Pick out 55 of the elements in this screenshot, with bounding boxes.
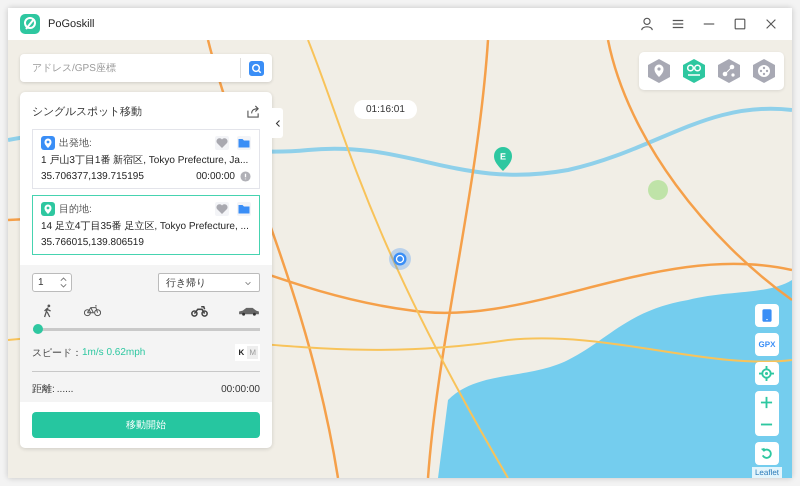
heart-icon[interactable] (215, 202, 229, 216)
app-title: PoGoskill (48, 18, 94, 30)
coordinates-text: 35.766015,139.806519 (41, 237, 144, 248)
info-icon[interactable] (240, 171, 251, 182)
current-location-icon (389, 248, 411, 270)
route-mode-dropdown[interactable]: 行き帰り (158, 273, 260, 292)
address-text: 1 戸山3丁目1番 新宿区, Tokyo Prefecture, Ja... (41, 154, 250, 167)
phone-icon (762, 308, 772, 323)
duration-text: 00:00:00 (221, 384, 260, 394)
bicycle-icon[interactable] (84, 305, 101, 317)
collapse-panel-button[interactable] (272, 108, 283, 138)
distance-label: 距離: (32, 383, 55, 396)
folder-icon[interactable] (237, 136, 251, 150)
stepper-icon[interactable] (59, 275, 68, 290)
car-icon[interactable] (238, 306, 260, 316)
locate-button[interactable] (754, 362, 779, 385)
location-card[interactable]: 目的地: 14 足立4丁目35番 足立区, Tokyo Prefecture, ... 35.766015,139.806519 (32, 195, 260, 255)
phone-button[interactable] (754, 304, 779, 327)
app-logo-icon (20, 14, 40, 34)
close-icon[interactable] (764, 17, 778, 31)
location-label: 出発地: (59, 136, 92, 150)
attribution-link[interactable]: Leaflet (752, 467, 782, 478)
joystick-icon[interactable] (752, 58, 776, 84)
refresh-icon (760, 447, 774, 460)
zoom-in-icon[interactable] (760, 396, 774, 409)
panel-title: シングルスポット移動 (32, 105, 142, 119)
speed-slider-thumb[interactable] (33, 324, 43, 334)
reset-button[interactable] (754, 442, 779, 465)
speed-reading: 1m/s 0.62mph (82, 347, 146, 358)
time-text: 00:00:00 (196, 171, 235, 182)
multi-spot-route-icon[interactable] (682, 58, 706, 84)
pin-icon (41, 202, 55, 216)
search-icon[interactable] (249, 60, 264, 76)
coordinates-text: 35.706377,139.715195 (41, 171, 144, 182)
address-text: 14 足立4丁目35番 足立区, Tokyo Prefecture, ... (41, 220, 250, 233)
repeat-count-field[interactable]: 1 (32, 273, 72, 292)
share-icon[interactable] (247, 105, 260, 118)
repeat-count-value: 1 (38, 277, 44, 288)
user-icon[interactable] (640, 17, 654, 31)
chevron-left-icon (274, 118, 280, 128)
heart-icon[interactable] (215, 136, 229, 150)
menu-icon[interactable] (671, 17, 685, 31)
jump-route-icon[interactable] (717, 58, 741, 84)
search-field[interactable]: アドレス/GPS座標 (20, 54, 272, 82)
timer-badge: 01:16:01 (354, 100, 417, 119)
pin-icon (41, 136, 55, 150)
maximize-icon[interactable] (733, 17, 747, 31)
teleport-pin-icon[interactable] (647, 58, 671, 84)
distance-value: ...... (56, 384, 74, 394)
location-card[interactable]: 出発地: 1 戸山3丁目1番 新宿区, Tokyo Prefecture, Ja... 35.706377,139.715195 00:00:00 (32, 129, 260, 189)
crosshair-icon (759, 366, 774, 381)
speed-label: スピード： (32, 346, 82, 360)
location-label: 目的地: (59, 202, 92, 216)
folder-icon[interactable] (237, 202, 251, 216)
motorcycle-icon[interactable] (191, 305, 208, 317)
